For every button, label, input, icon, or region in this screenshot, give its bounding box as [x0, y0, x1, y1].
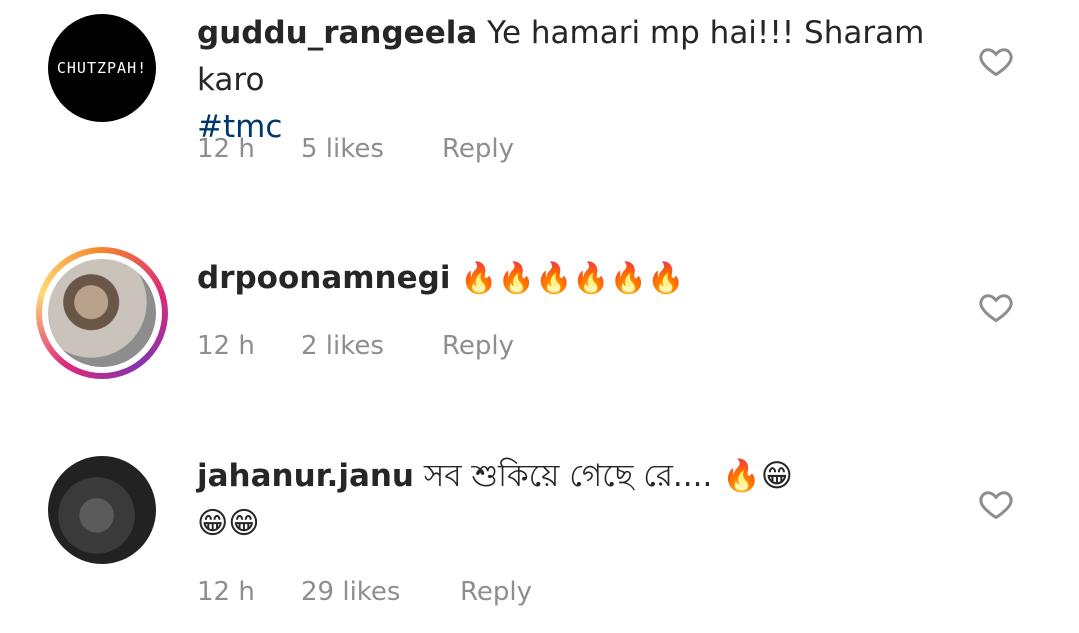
comment-time[interactable]: 12 h [197, 134, 301, 164]
comment-body: সব শুকিয়ে গেছে রে.... 🔥😁 [423, 458, 794, 494]
comment-meta: 12 h 5 likes Reply [197, 134, 514, 164]
comment-body-continued: 😁😁 [197, 506, 260, 541]
heart-outline-icon[interactable] [978, 486, 1014, 522]
avatar[interactable] [48, 456, 156, 564]
comment-meta: 12 h 29 likes Reply [197, 577, 532, 607]
comment-time[interactable]: 12 h [197, 331, 301, 361]
comment-time[interactable]: 12 h [197, 577, 301, 607]
reply-button[interactable]: Reply [442, 134, 514, 164]
comment-likes[interactable]: 29 likes [301, 577, 460, 607]
reply-button[interactable]: Reply [442, 331, 514, 361]
avatar[interactable]: CHUTZPAH! [48, 14, 156, 122]
avatar-story-ring[interactable] [36, 247, 168, 379]
comment-text: jahanur.janu সব শুকিয়ে গেছে রে.... 🔥😁 😁… [197, 453, 937, 547]
comment-body: 🔥🔥🔥🔥🔥🔥 [460, 261, 685, 296]
avatar-logo-text: CHUTZPAH! [56, 59, 148, 77]
comment-username[interactable]: guddu_rangeela [197, 15, 477, 51]
comment-text: drpoonamnegi 🔥🔥🔥🔥🔥🔥 [197, 255, 937, 302]
comment-likes[interactable]: 5 likes [301, 134, 442, 164]
comment-text: guddu_rangeela Ye hamari mp hai!!! Shara… [197, 10, 937, 151]
avatar [48, 259, 156, 367]
comment-likes[interactable]: 2 likes [301, 331, 442, 361]
comment-username[interactable]: drpoonamnegi [197, 260, 450, 296]
comment-meta: 12 h 2 likes Reply [197, 331, 514, 361]
heart-outline-icon[interactable] [978, 289, 1014, 325]
reply-button[interactable]: Reply [460, 577, 532, 607]
heart-outline-icon[interactable] [978, 43, 1014, 79]
comment-username[interactable]: jahanur.janu [197, 458, 414, 494]
